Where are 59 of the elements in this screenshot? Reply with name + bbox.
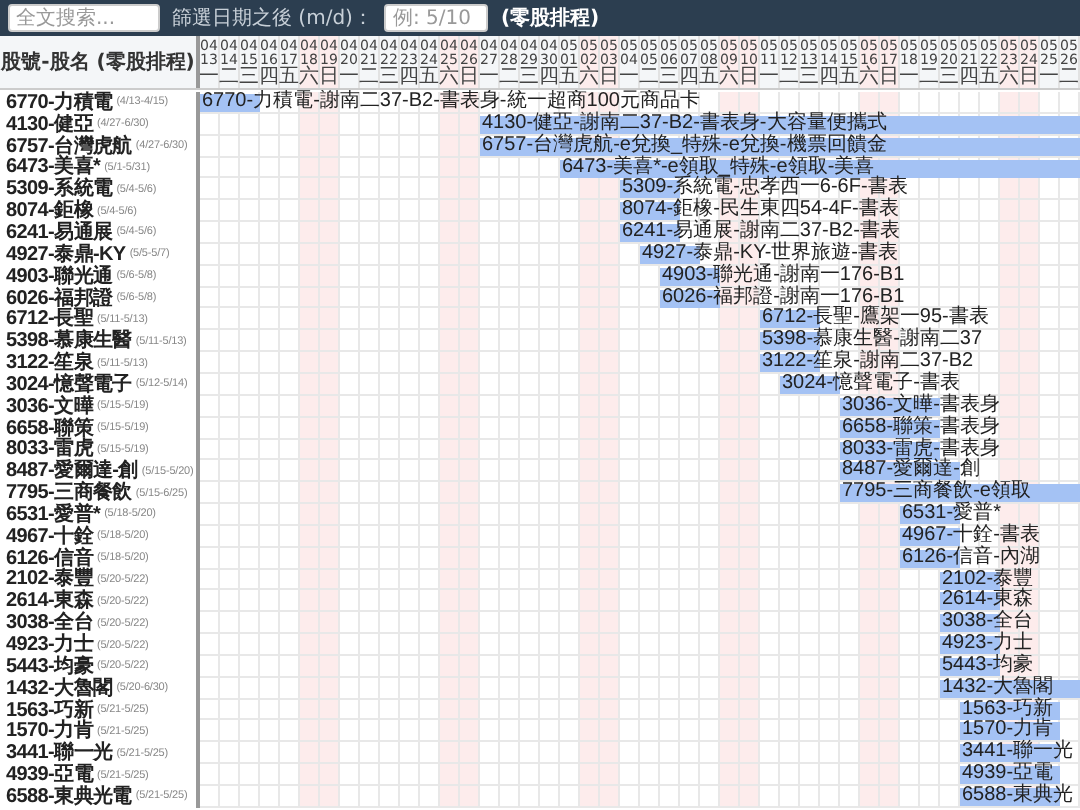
stock-name[interactable]: 6531-愛普*	[6, 503, 101, 526]
schedule-bar[interactable]: 5443-均豪	[940, 655, 1034, 678]
stock-name[interactable]: 3441-聯一光	[6, 742, 113, 765]
stock-name[interactable]: 8487-愛爾達-創	[6, 460, 138, 483]
schedule-bar[interactable]: 1432-大魯閣	[940, 677, 1080, 700]
stock-name[interactable]: 4939-亞電	[6, 764, 93, 787]
stock-name[interactable]: 6241-易通展	[6, 221, 113, 244]
page-title: (零股排程)	[500, 5, 600, 32]
stock-name[interactable]: 3122-笙泉	[6, 352, 93, 375]
stock-name[interactable]: 6770-力積電	[6, 91, 113, 114]
stock-name[interactable]: 2614-東森	[6, 590, 93, 613]
schedule-bar[interactable]: 1570-力肯	[960, 720, 1060, 743]
search-field[interactable]: 全文搜索...	[8, 4, 160, 32]
stock-name[interactable]: 6658-聯策	[6, 417, 93, 440]
stock-name[interactable]: 6473-美喜*	[6, 156, 101, 179]
schedule-bar[interactable]: 6588-東典光	[960, 786, 1074, 808]
stock-name[interactable]: 7795-三商餐飲	[6, 482, 132, 505]
schedule-bar[interactable]: 3038-全台	[940, 612, 1034, 635]
stock-name[interactable]: 8033-雷虎	[6, 438, 93, 461]
schedule-bar[interactable]: 6531-愛普*	[900, 504, 1001, 526]
schedule-bar[interactable]: 4130-健亞-謝南二37-B2-書表身-大容量便攜式	[480, 113, 1080, 136]
stock-name[interactable]: 1563-巧新	[6, 699, 93, 722]
stock-name[interactable]: 5443-均豪	[6, 655, 93, 678]
date-filter-label: 篩選日期之後 (m/d)：	[172, 5, 373, 32]
stock-name[interactable]: 4903-聯光通	[6, 265, 113, 288]
stock-name[interactable]: 2102-泰豐	[6, 568, 93, 591]
stock-name[interactable]: 6712-長聖	[6, 308, 93, 331]
schedule-bar[interactable]: 4939-亞電	[960, 764, 1060, 786]
schedule-bar[interactable]: 3441-聯一光	[960, 742, 1074, 765]
schedule-bar[interactable]: 6126-信音-內湖	[900, 547, 1040, 570]
schedule-bar[interactable]: 6658-聯策-書表身	[840, 417, 1000, 439]
stock-name[interactable]: 8074-鉅橡	[6, 200, 93, 223]
stock-name[interactable]: 3038-全台	[6, 612, 93, 635]
stock-name[interactable]: 6757-台灣虎航	[6, 135, 132, 158]
stock-name[interactable]: 1570-力肯	[6, 720, 93, 743]
schedule-bar[interactable]: 4927-泰鼎-KY-世界旅遊-書表	[640, 243, 898, 266]
stock-name[interactable]: 6126-信音	[6, 547, 93, 570]
schedule-bar[interactable]: 6241-易通展-謝南二37-B2-書表	[620, 222, 900, 244]
schedule-bar[interactable]: 6757-台灣虎航-e兌換_特殊-e兌換-機票回饋金	[480, 135, 1080, 158]
schedule-bar[interactable]: 3122-笙泉-謝南二37-B2	[760, 352, 974, 374]
stock-name[interactable]: 5309-系統電	[6, 178, 113, 201]
date-filter-field[interactable]: 例: 5/10	[384, 4, 489, 32]
stock-name[interactable]: 5398-慕康生醫	[6, 330, 132, 353]
stock-name[interactable]: 4967-十銓	[6, 525, 93, 548]
column-header: 股號-股名 (零股排程)	[0, 36, 200, 88]
schedule-bar[interactable]: 4923-力士	[940, 634, 1034, 656]
schedule-bar[interactable]: 4903-聯光通-謝南一176-B1	[660, 265, 905, 288]
stock-name[interactable]: 3036-文曄	[6, 395, 93, 418]
stock-name[interactable]: 6588-東典光電	[6, 785, 132, 808]
stock-name[interactable]: 4130-健亞	[6, 113, 93, 136]
stock-name[interactable]: 1432-大魯閣	[6, 677, 113, 700]
stock-name[interactable]: 4923-力士	[6, 634, 93, 657]
stock-name[interactable]: 4927-泰鼎-KY	[6, 243, 126, 266]
schedule-bar[interactable]: 4967-十銓-書表	[900, 525, 1040, 548]
stock-name[interactable]: 6026-福邦證	[6, 287, 113, 310]
schedule-bar[interactable]: 3036-文曄-書表身	[840, 395, 1000, 418]
stock-name[interactable]: 3024-憶聲電子	[6, 373, 132, 396]
schedule-bar[interactable]: 2614-東森	[940, 590, 1034, 613]
schedule-bar[interactable]: 3024-憶聲電子-書表	[780, 373, 960, 396]
